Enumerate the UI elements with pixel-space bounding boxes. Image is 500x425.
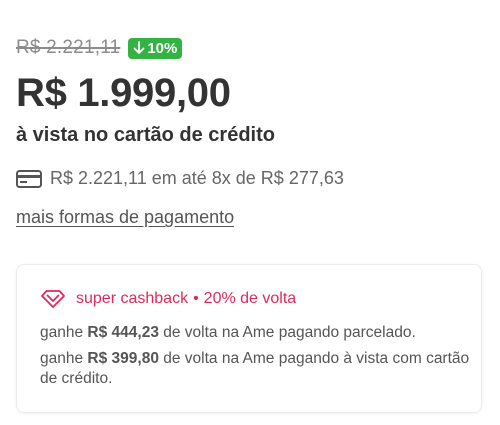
cashback-installment-amount: R$ 444,23 [87,324,159,341]
old-price: R$ 2.221,11 [16,37,121,58]
diamond-icon [40,289,66,309]
installments-row: R$ 2.221,11 em até 8x de R$ 277,63 [16,168,344,189]
arrow-down-icon [133,41,145,54]
cashback-separator: • [193,290,199,307]
old-price-row: R$ 2.221,11 10% [16,36,484,60]
more-payment-options-link[interactable]: mais formas de pagamento [16,207,234,228]
installments-text: R$ 2.221,11 em até 8x de R$ 277,63 [50,168,344,188]
credit-card-icon [16,169,42,188]
cash-payment-label: à vista no cartão de crédito [16,124,275,146]
cashback-line2-prefix: ganhe [40,350,88,367]
cashback-title: super cashback [76,290,189,307]
price-block: R$ 2.221,11 10% R$ 1.999,00 à vista no c… [16,36,484,227]
cashback-line1-prefix: ganhe [40,324,88,341]
cashback-header: super cashback • 20% de volta [40,289,296,309]
discount-badge: 10% [128,37,183,59]
cashback-card: super cashback • 20% de volta ganhe R$ 4… [16,264,482,413]
cashback-percent: 20% de volta [203,290,297,307]
cashback-cash-line: ganhe R$ 399,80 de volta na Ame pagando … [40,349,470,389]
cashback-installment-line: ganhe R$ 444,23 de volta na Ame pagando … [40,323,416,343]
cashback-cash-amount: R$ 399,80 [87,350,159,367]
main-price: R$ 1.999,00 [16,71,231,115]
discount-value: 10% [147,39,178,57]
cashback-line1-suffix: de volta na Ame pagando parcelado. [158,324,416,341]
